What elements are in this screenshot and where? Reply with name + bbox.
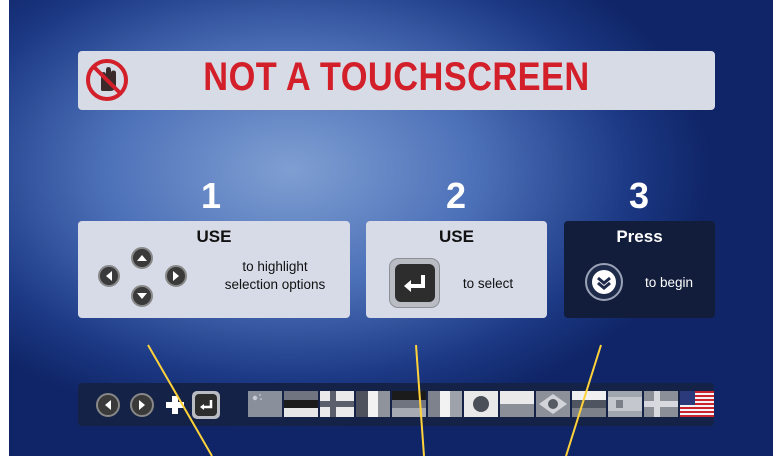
callout-line-1 bbox=[147, 344, 213, 456]
callout-lines bbox=[147, 344, 602, 456]
callout-line-3 bbox=[565, 344, 602, 456]
callout-line-2 bbox=[415, 344, 425, 456]
